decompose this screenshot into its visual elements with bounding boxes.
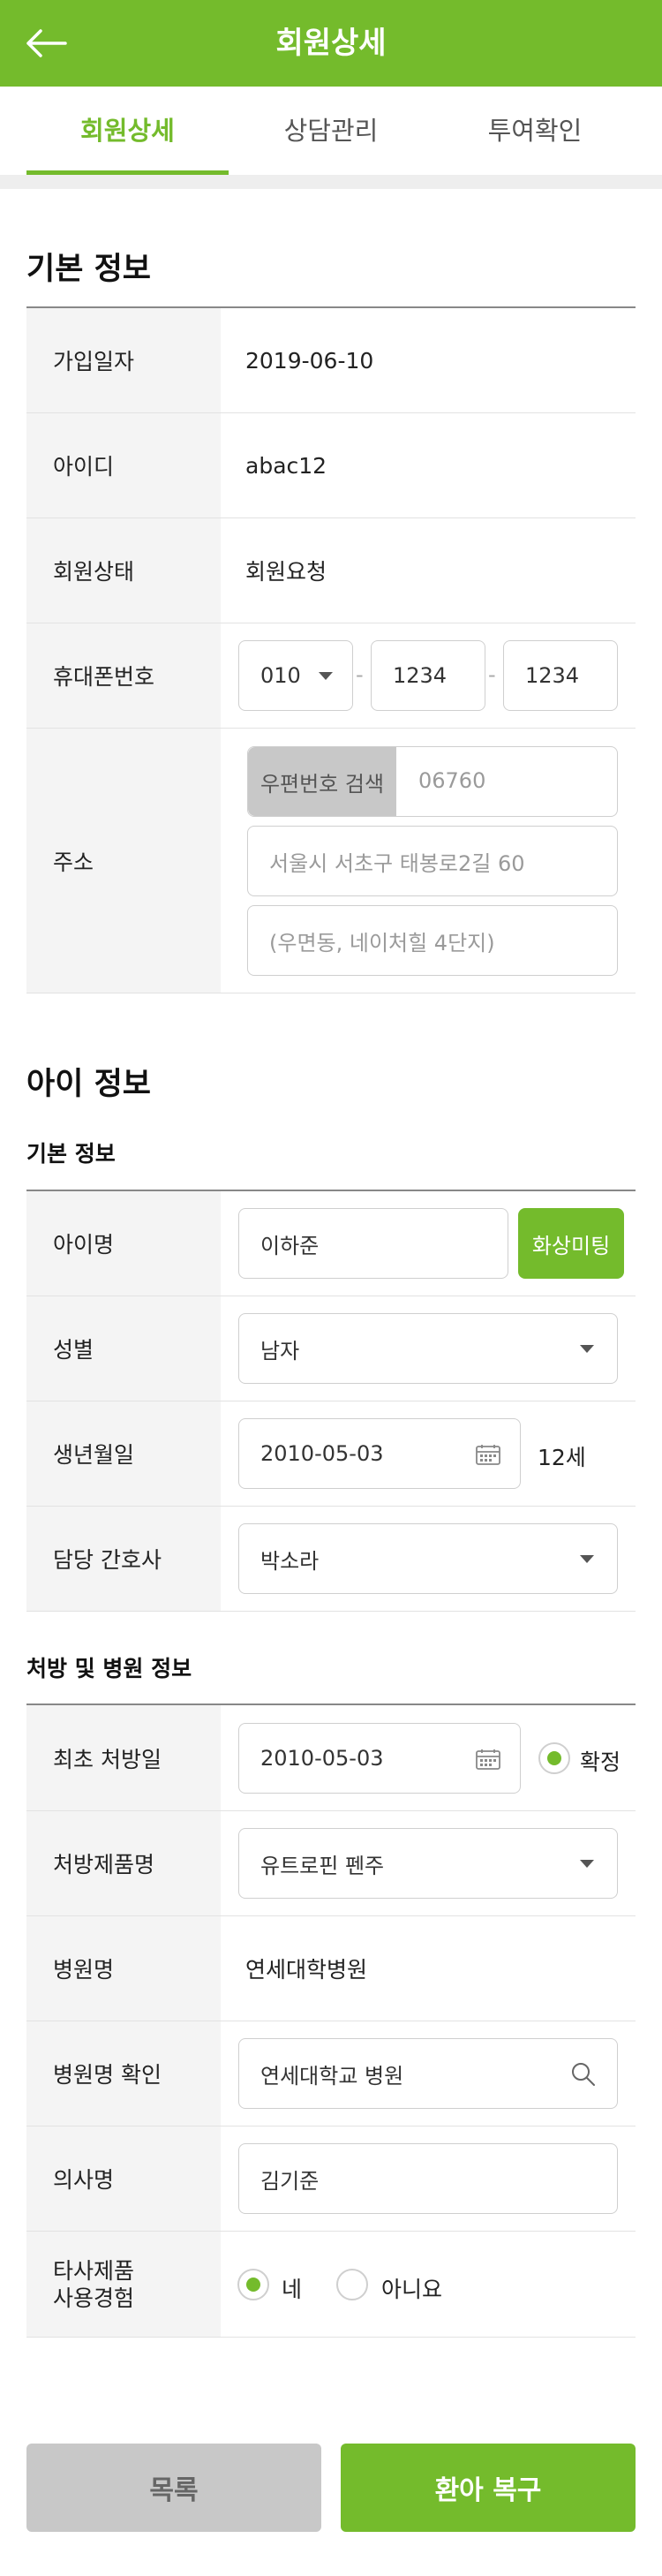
hospital-search-value: 연세대학교 병원 <box>260 2063 404 2089</box>
doctor-label: 의사명 <box>26 2127 221 2231</box>
tab-bar: 회원상세 상담관리 투여확인 <box>0 87 662 175</box>
birth-date-input[interactable]: 2010-05-03 <box>238 1418 521 1489</box>
list-button[interactable]: 목록 <box>26 2444 321 2532</box>
page-title: 회원상세 <box>275 26 387 61</box>
birth-label: 생년월일 <box>26 1401 221 1506</box>
top-app-bar: 회원상세 <box>0 0 662 87</box>
nurse-select[interactable]: 박소라 <box>238 1523 618 1594</box>
chevron-down-icon <box>319 672 333 680</box>
join-date-label: 가입일자 <box>26 308 221 412</box>
calendar-icon[interactable] <box>476 1749 500 1770</box>
first-rx-date-input[interactable]: 2010-05-03 <box>238 1723 521 1794</box>
restore-patient-button[interactable]: 환아 복구 <box>341 2444 636 2532</box>
tab-member-detail[interactable]: 회원상세 <box>26 87 229 175</box>
join-date-value: 2019-06-10 <box>245 347 374 374</box>
other-product-row: 타사제품 사용경험 <box>26 2232 636 2338</box>
hospital-value: 연세대학병원 <box>245 1957 368 1983</box>
age-text: 12세 <box>538 1445 586 1470</box>
chevron-down-icon <box>580 1555 594 1563</box>
confirm-label: 확정 <box>580 1749 621 1775</box>
basic-info-title: 기본 정보 <box>26 252 151 287</box>
address-line1-input[interactable]: 서울시 서초구 태봉로2길 60 <box>247 826 618 896</box>
status-value: 회원요청 <box>245 559 327 585</box>
product-select[interactable]: 유트로핀 펜주 <box>238 1828 618 1899</box>
zip-search-button[interactable]: 우편번호 검색 <box>248 747 396 816</box>
first-rx-date-value: 2010-05-03 <box>260 1746 384 1771</box>
other-product-label-line1: 타사제품 <box>53 2257 135 2284</box>
hospital-search-input[interactable]: 연세대학교 병원 <box>238 2038 618 2109</box>
section-divider <box>0 175 662 189</box>
nurse-label: 담당 간호사 <box>26 1507 221 1611</box>
nurse-value: 박소라 <box>260 1548 320 1574</box>
other-product-label: 타사제품 사용경험 <box>26 2232 221 2337</box>
video-meeting-button[interactable]: 화상미팅 <box>518 1208 624 1279</box>
birth-date-value: 2010-05-03 <box>260 1441 384 1466</box>
other-product-yes-radio[interactable] <box>237 2269 269 2300</box>
chevron-down-icon <box>580 1345 594 1353</box>
hospital-label: 병원명 <box>26 1916 221 2021</box>
calendar-icon[interactable] <box>476 1444 500 1465</box>
phone-separator: - <box>356 662 364 687</box>
phone-prefix-value: 010 <box>260 663 301 688</box>
gender-value: 남자 <box>260 1338 300 1364</box>
gender-select[interactable]: 남자 <box>238 1313 618 1384</box>
other-product-no-radio[interactable] <box>336 2269 368 2300</box>
phone-last-input[interactable]: 1234 <box>503 640 618 711</box>
user-id-label: 아이디 <box>26 413 221 517</box>
child-name-label: 아이명 <box>26 1191 221 1296</box>
child-name-input[interactable]: 이하준 <box>238 1208 508 1279</box>
join-date-row: 가입일자 2019-06-10 <box>26 308 636 413</box>
prescription-info-title: 처방 및 병원 정보 <box>26 1656 192 1681</box>
gender-label: 성별 <box>26 1296 221 1401</box>
doctor-input[interactable]: 김기준 <box>238 2143 618 2214</box>
other-product-yes-label: 네 <box>282 2277 303 2302</box>
product-label: 처방제품명 <box>26 1811 221 1915</box>
product-value: 유트로핀 펜주 <box>260 1853 385 1878</box>
confirm-radio[interactable] <box>538 1742 570 1774</box>
status-row: 회원상태 회원요청 <box>26 518 636 623</box>
address-label: 주소 <box>26 729 221 993</box>
tab-consultation[interactable]: 상담관리 <box>229 87 433 175</box>
phone-prefix-select[interactable]: 010 <box>238 640 353 711</box>
user-id-value: abac12 <box>245 452 327 479</box>
chevron-down-icon <box>580 1860 594 1868</box>
status-label: 회원상태 <box>26 518 221 623</box>
tab-dosage-check[interactable]: 투여확인 <box>433 87 636 175</box>
phone-separator: - <box>488 662 496 687</box>
phone-label: 휴대폰번호 <box>26 623 221 728</box>
other-product-label-line2: 사용경험 <box>53 2285 135 2311</box>
first-rx-label: 최초 처방일 <box>26 1705 221 1810</box>
other-product-no-label: 아니요 <box>381 2277 443 2302</box>
zip-code-input[interactable]: 06760 <box>418 768 485 793</box>
address-line2-input[interactable]: (우면동, 네이처힐 4단지) <box>247 905 618 976</box>
search-icon[interactable] <box>569 2060 598 2089</box>
phone-middle-input[interactable]: 1234 <box>371 640 485 711</box>
child-basic-info-title: 기본 정보 <box>26 1141 116 1167</box>
child-info-title: 아이 정보 <box>26 1067 151 1102</box>
hospital-check-label: 병원명 확인 <box>26 2021 221 2126</box>
user-id-row: 아이디 abac12 <box>26 413 636 518</box>
hospital-row: 병원명 연세대학병원 <box>26 1916 636 2021</box>
